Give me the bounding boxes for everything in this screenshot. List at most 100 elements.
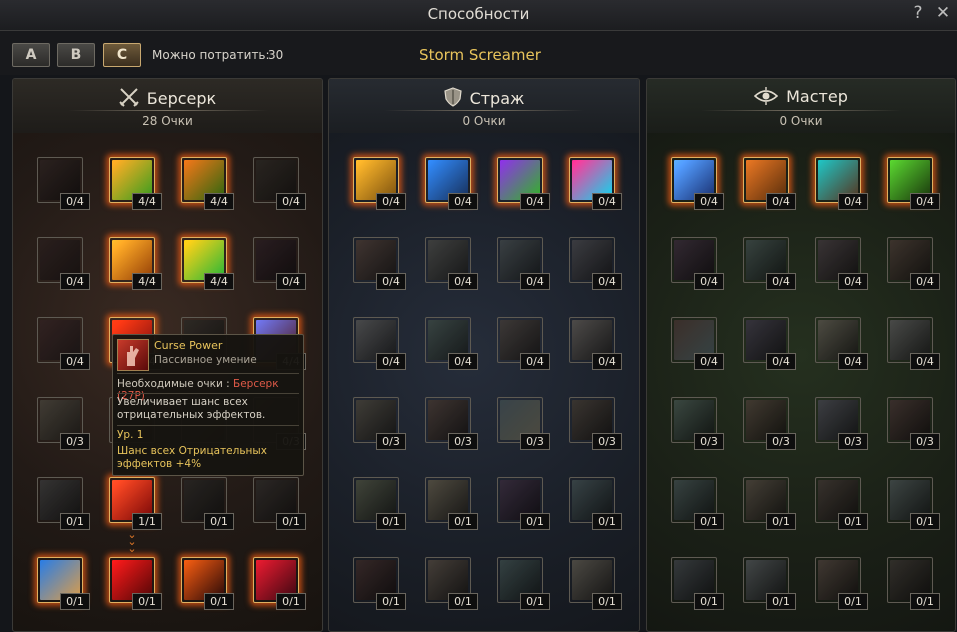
skill-rank: 0/1 — [766, 593, 796, 610]
skill-rank: 0/1 — [910, 593, 940, 610]
skill-rank: 0/3 — [520, 433, 550, 450]
skill-slot[interactable]: 0/4 — [253, 237, 306, 290]
skill-slot[interactable]: 0/1 — [253, 557, 306, 610]
skill-slot[interactable]: 0/1 — [353, 557, 406, 610]
skill-rank: 0/4 — [592, 353, 622, 370]
skill-slot[interactable]: 0/3 — [497, 397, 550, 450]
skill-rank: 0/1 — [132, 593, 162, 610]
skill-rank: 0/1 — [60, 513, 90, 530]
skill-rank: 0/1 — [376, 513, 406, 530]
skill-slot[interactable]: 0/4 — [425, 157, 478, 210]
skill-slot[interactable]: 0/1 — [887, 477, 940, 530]
skill-slot[interactable]: 0/4 — [569, 237, 622, 290]
skill-slot[interactable]: 0/3 — [815, 397, 868, 450]
skill-rank: 0/1 — [694, 593, 724, 610]
skill-slot[interactable]: 0/4 — [671, 157, 724, 210]
skill-slot[interactable]: 0/4 — [569, 317, 622, 370]
skill-rank: 0/1 — [766, 513, 796, 530]
skill-slot[interactable]: 0/1 — [743, 557, 796, 610]
skill-slot[interactable]: 0/4 — [37, 317, 90, 370]
tab-a[interactable]: A — [12, 43, 50, 67]
close-icon[interactable]: ✕ — [932, 3, 954, 23]
skill-rank: 0/1 — [838, 593, 868, 610]
skill-slot[interactable]: 0/4 — [569, 157, 622, 210]
skill-slot[interactable]: 0/1 — [743, 477, 796, 530]
skill-slot[interactable]: 0/4 — [887, 317, 940, 370]
skill-slot[interactable]: 4/4 — [109, 237, 162, 290]
skill-slot[interactable]: 0/3 — [37, 397, 90, 450]
skill-slot[interactable]: 0/4 — [253, 157, 306, 210]
skill-slot[interactable]: 0/4 — [671, 237, 724, 290]
skill-slot[interactable]: 0/3 — [425, 397, 478, 450]
skill-slot[interactable]: 0/3 — [671, 397, 724, 450]
skill-slot[interactable]: 0/4 — [743, 237, 796, 290]
tab-b[interactable]: B — [57, 43, 95, 67]
skill-slot[interactable]: 0/1 — [569, 557, 622, 610]
header-divider — [384, 110, 584, 111]
skill-slot[interactable]: 0/3 — [353, 397, 406, 450]
skill-slot[interactable]: 0/1 — [425, 477, 478, 530]
skill-rank: 0/4 — [60, 193, 90, 210]
skill-rank: 0/4 — [694, 273, 724, 290]
skill-slot[interactable]: 0/4 — [497, 237, 550, 290]
panel-points: 0 Очки — [779, 114, 823, 128]
skill-slot[interactable]: 0/3 — [743, 397, 796, 450]
skill-slot[interactable]: 0/4 — [815, 157, 868, 210]
skill-rank: 0/1 — [838, 513, 868, 530]
skill-slot[interactable]: 4/4 — [181, 237, 234, 290]
skill-slot[interactable]: 0/4 — [815, 237, 868, 290]
skill-slot[interactable]: 1/1 — [109, 477, 162, 530]
skill-slot[interactable]: 0/4 — [887, 157, 940, 210]
skill-slot[interactable]: 0/1 — [887, 557, 940, 610]
skill-rank: 4/4 — [204, 273, 234, 290]
skill-slot[interactable]: 0/4 — [887, 237, 940, 290]
skill-slot[interactable]: 0/4 — [425, 237, 478, 290]
points-available-value: 30 — [268, 48, 284, 62]
tooltip-skill-name: Curse Power — [154, 339, 223, 352]
skill-slot[interactable]: 0/4 — [37, 237, 90, 290]
skill-rank: 0/1 — [694, 513, 724, 530]
skill-slot[interactable]: 0/4 — [353, 317, 406, 370]
skill-slot[interactable]: 0/4 — [815, 317, 868, 370]
skill-slot[interactable]: 0/1 — [37, 477, 90, 530]
skill-slot[interactable]: 0/1 — [569, 477, 622, 530]
skill-slot[interactable]: 0/4 — [353, 157, 406, 210]
skill-slot[interactable]: 0/3 — [569, 397, 622, 450]
skill-slot[interactable]: 0/4 — [743, 317, 796, 370]
skill-slot[interactable]: 0/1 — [671, 557, 724, 610]
skill-slot[interactable]: 0/4 — [425, 317, 478, 370]
skill-slot[interactable]: 0/4 — [671, 317, 724, 370]
tab-c[interactable]: C — [103, 43, 141, 67]
skill-slot[interactable]: 0/4 — [37, 157, 90, 210]
skill-slot[interactable]: 4/4 — [109, 157, 162, 210]
skill-slot[interactable]: 4/4 — [181, 157, 234, 210]
skill-slot[interactable]: 0/3 — [887, 397, 940, 450]
skill-rank: 0/1 — [204, 513, 234, 530]
panel-points: 0 Очки — [462, 114, 506, 128]
crossed-swords-icon — [119, 87, 139, 111]
skill-slot[interactable]: 0/4 — [353, 237, 406, 290]
skill-slot[interactable]: 0/1 — [815, 557, 868, 610]
help-icon[interactable]: ? — [907, 3, 929, 23]
skill-slot[interactable]: 0/1 — [425, 557, 478, 610]
skill-slot[interactable]: 0/1 — [181, 557, 234, 610]
skill-slot[interactable]: 0/1 — [497, 557, 550, 610]
skill-slot[interactable]: 0/1 — [109, 557, 162, 610]
skill-slot[interactable]: 0/1 — [181, 477, 234, 530]
skill-slot[interactable]: 0/4 — [497, 317, 550, 370]
skill-slot[interactable]: 0/1 — [353, 477, 406, 530]
skill-slot[interactable]: 0/4 — [497, 157, 550, 210]
skill-slot[interactable]: 0/1 — [497, 477, 550, 530]
skill-slot[interactable]: 0/1 — [815, 477, 868, 530]
skill-slot[interactable]: 0/1 — [253, 477, 306, 530]
skill-rank: 0/3 — [60, 433, 90, 450]
skill-rank: 0/4 — [376, 353, 406, 370]
skill-slot[interactable]: 0/1 — [37, 557, 90, 610]
skill-rank: 0/1 — [520, 513, 550, 530]
skill-rank: 0/4 — [376, 273, 406, 290]
skill-slot[interactable]: 0/4 — [743, 157, 796, 210]
tooltip-description: Увеличивает шанс всех отрицательных эффе… — [117, 396, 266, 421]
tooltip-skill-type: Пассивное умение — [154, 354, 257, 366]
skill-slot[interactable]: 0/1 — [671, 477, 724, 530]
skill-rank: 0/3 — [910, 433, 940, 450]
